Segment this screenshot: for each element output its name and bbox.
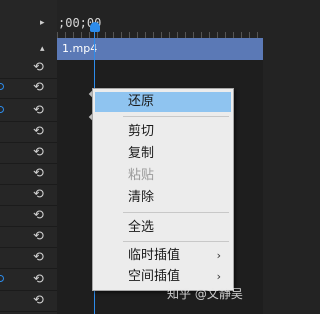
reset-icon[interactable]: ⟲ [33, 104, 44, 118]
reset-icon[interactable]: ⟲ [33, 146, 44, 160]
property-row: ⟲ [0, 227, 57, 248]
menu-item-paste[interactable]: 粘贴 [95, 166, 231, 186]
menu-separator [123, 212, 229, 213]
reset-icon[interactable]: ⟲ [33, 273, 44, 287]
keyframe-toggle-icon[interactable] [0, 106, 4, 113]
property-row: ⟲ [0, 206, 57, 227]
collapse-arrow-icon[interactable]: ▴ [40, 44, 45, 54]
property-row: ⟲ [0, 270, 57, 291]
menu-item-label: 全选 [128, 220, 155, 235]
reset-icon[interactable]: ⟲ [33, 230, 44, 244]
playhead-handle[interactable] [90, 22, 100, 32]
property-row: ⟲ [0, 164, 57, 185]
menu-separator [123, 241, 229, 242]
property-row: ⟲ [0, 101, 57, 122]
menu-item-temporal-interpolation[interactable]: 临时插值 › [95, 246, 231, 266]
menu-item-copy[interactable]: 复制 [95, 144, 231, 164]
reset-icon[interactable]: ⟲ [33, 188, 44, 202]
menu-item-spatial-interpolation[interactable]: 空间插值 › [95, 267, 231, 287]
reset-icon[interactable]: ⟲ [33, 251, 44, 265]
context-menu: 还原 剪切 复制 粘贴 清除 全选 临时插值 › 空间插值 › [92, 88, 234, 291]
keyframe-toggle-icon[interactable] [0, 275, 4, 282]
property-row: ⟲ [0, 78, 57, 99]
expand-arrow-icon[interactable]: ▸ [40, 18, 45, 28]
menu-item-restore[interactable]: 还原 [95, 92, 231, 112]
keyframe-toggle-icon[interactable] [0, 83, 4, 90]
menu-item-label: 粘贴 [128, 168, 155, 183]
menu-item-cut[interactable]: 剪切 [95, 122, 231, 142]
menu-separator [123, 116, 229, 117]
property-row: ⟲ [0, 291, 57, 312]
menu-item-clear[interactable]: 清除 [95, 188, 231, 208]
menu-item-label: 清除 [128, 190, 155, 205]
reset-icon[interactable]: ⟲ [33, 81, 44, 95]
menu-item-label: 复制 [128, 146, 155, 161]
property-row: ⟲ [0, 248, 57, 269]
menu-item-select-all[interactable]: 全选 [95, 218, 231, 238]
reset-icon[interactable]: ⟲ [33, 61, 44, 75]
submenu-arrow-icon: › [216, 270, 221, 283]
menu-item-label: 临时插值 [128, 248, 181, 263]
property-row: ⟲ [0, 143, 57, 164]
submenu-arrow-icon: › [216, 249, 221, 262]
clip-name: 1.mp4 [62, 42, 98, 55]
reset-icon[interactable]: ⟲ [33, 125, 44, 139]
menu-item-label: 剪切 [128, 124, 155, 139]
effect-controls-panel: ▸ ▴ ⟲ ⟲ ⟲ ⟲ ⟲ ⟲ ⟲ ⟲ ⟲ ⟲ ⟲ ⟲ [0, 0, 57, 314]
watermark-text: 知乎 @文静吴 [167, 287, 243, 301]
property-row: ⟲ [0, 185, 57, 206]
menu-item-label: 空间插值 [128, 269, 181, 284]
menu-item-label: 还原 [128, 94, 155, 109]
reset-icon[interactable]: ⟲ [33, 209, 44, 223]
reset-icon[interactable]: ⟲ [33, 167, 44, 181]
property-row: ⟲ [0, 58, 57, 79]
reset-icon[interactable]: ⟲ [33, 294, 44, 308]
property-row: ⟲ [0, 122, 57, 143]
